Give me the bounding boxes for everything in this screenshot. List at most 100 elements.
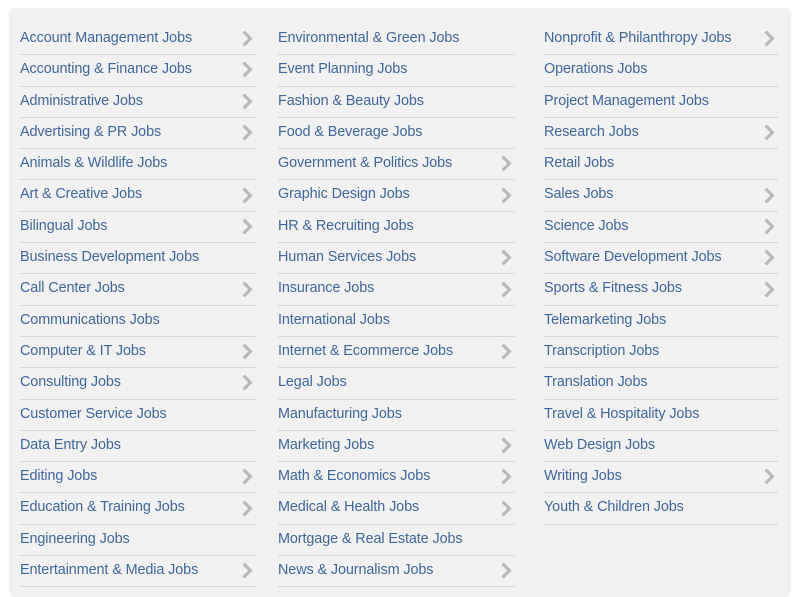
chevron-right-icon[interactable] [239, 186, 256, 206]
chevron-right-icon[interactable] [239, 60, 256, 80]
category-link[interactable]: Translation Jobs [544, 368, 778, 400]
chevron-right-icon[interactable] [498, 561, 515, 581]
category-link[interactable]: Fashion & Beauty Jobs [278, 87, 515, 118]
category-label: Education & Training Jobs [20, 499, 185, 516]
category-link[interactable]: Insurance Jobs [278, 274, 515, 306]
category-link[interactable]: Internet & Ecommerce Jobs [278, 337, 515, 369]
category-label: Government & Politics Jobs [278, 155, 453, 172]
chevron-right-icon[interactable] [498, 436, 515, 456]
category-link[interactable]: Data Entry Jobs [20, 431, 256, 463]
category-link[interactable]: Software Development Jobs [544, 243, 778, 275]
category-link[interactable]: Administrative Jobs [20, 87, 256, 118]
category-link[interactable]: Art & Creative Jobs [20, 180, 256, 212]
category-link[interactable]: Food & Beverage Jobs [278, 118, 515, 150]
category-link[interactable]: Marketing Jobs [278, 431, 515, 463]
category-label: Legal Jobs [278, 374, 347, 391]
category-label: Customer Service Jobs [20, 405, 167, 422]
category-link[interactable]: Sales Jobs [544, 180, 778, 212]
category-link[interactable]: International Jobs [278, 306, 515, 337]
category-link[interactable]: Government & Politics Jobs [278, 149, 515, 181]
category-link[interactable]: Youth & Children Jobs [544, 493, 778, 525]
category-label: Food & Beverage Jobs [278, 123, 423, 140]
chevron-right-icon[interactable] [239, 342, 256, 362]
category-link[interactable]: Event Planning Jobs [278, 55, 515, 87]
category-label: Software Development Jobs [544, 249, 722, 266]
category-link[interactable]: Editing Jobs [20, 462, 256, 494]
category-label: Computer & IT Jobs [20, 342, 146, 359]
chevron-right-icon[interactable] [239, 499, 256, 519]
category-link[interactable]: Math & Economics Jobs [278, 462, 515, 494]
chevron-right-icon[interactable] [761, 186, 778, 206]
category-link[interactable]: Environmental & Green Jobs [278, 24, 515, 56]
category-label: Transcription Jobs [544, 342, 660, 359]
chevron-right-icon[interactable] [239, 561, 256, 581]
chevron-right-icon[interactable] [239, 123, 256, 143]
chevron-right-icon[interactable] [239, 280, 256, 300]
chevron-right-icon[interactable] [498, 186, 515, 206]
chevron-right-icon[interactable] [761, 29, 778, 49]
chevron-right-icon[interactable] [761, 217, 778, 237]
chevron-right-icon[interactable] [498, 248, 515, 268]
category-link[interactable]: HR & Recruiting Jobs [278, 212, 515, 244]
category-link[interactable]: Entertainment & Media Jobs [20, 556, 256, 588]
category-link[interactable]: Bilingual Jobs [20, 212, 256, 244]
category-link[interactable]: Legal Jobs [278, 368, 515, 400]
category-link[interactable]: Animals & Wildlife Jobs [20, 149, 256, 181]
chevron-right-icon[interactable] [498, 342, 515, 362]
category-link[interactable]: Advertising & PR Jobs [20, 118, 256, 150]
category-label: Manufacturing Jobs [278, 405, 402, 422]
category-link[interactable]: Call Center Jobs [20, 274, 256, 306]
chevron-right-icon[interactable] [761, 248, 778, 268]
chevron-right-icon[interactable] [239, 217, 256, 237]
category-link[interactable]: Web Design Jobs [544, 431, 778, 463]
category-link[interactable]: Consulting Jobs [20, 368, 256, 400]
category-link[interactable]: Customer Service Jobs [20, 400, 256, 431]
category-link[interactable]: Education & Training Jobs [20, 493, 256, 525]
category-link[interactable]: Retail Jobs [544, 149, 778, 181]
category-label: Medical & Health Jobs [278, 499, 420, 516]
category-link[interactable]: Communications Jobs [20, 306, 256, 337]
category-link[interactable]: Transcription Jobs [544, 337, 778, 369]
category-link[interactable]: Business Development Jobs [20, 243, 256, 275]
category-label: Communications Jobs [20, 311, 160, 328]
category-link[interactable]: Project Management Jobs [544, 87, 778, 118]
category-link[interactable]: News & Journalism Jobs [278, 556, 515, 588]
category-link[interactable]: Accounting & Finance Jobs [20, 55, 256, 87]
category-link[interactable]: Science Jobs [544, 212, 778, 244]
category-label: Mortgage & Real Estate Jobs [278, 530, 463, 547]
category-label: Math & Economics Jobs [278, 468, 431, 485]
category-link[interactable]: Travel & Hospitality Jobs [544, 400, 778, 431]
category-label: Accounting & Finance Jobs [20, 61, 192, 78]
category-label: Bilingual Jobs [20, 217, 108, 234]
category-link[interactable]: Telemarketing Jobs [544, 306, 778, 337]
category-link[interactable]: Nonprofit & Philanthropy Jobs [544, 24, 778, 56]
chevron-right-icon[interactable] [239, 29, 256, 49]
category-link[interactable]: Research Jobs [544, 118, 778, 150]
category-label: Web Design Jobs [544, 436, 656, 453]
category-link[interactable]: Engineering Jobs [20, 525, 256, 557]
chevron-right-icon[interactable] [498, 499, 515, 519]
category-link[interactable]: Computer & IT Jobs [20, 337, 256, 369]
category-link[interactable]: Manufacturing Jobs [278, 400, 515, 431]
category-label: Fashion & Beauty Jobs [278, 92, 424, 109]
category-link[interactable]: Account Management Jobs [20, 24, 256, 56]
category-link[interactable]: Operations Jobs [544, 55, 778, 87]
category-link[interactable]: Graphic Design Jobs [278, 180, 515, 212]
category-label: Internet & Ecommerce Jobs [278, 342, 454, 359]
chevron-right-icon[interactable] [498, 154, 515, 174]
chevron-right-icon[interactable] [239, 467, 256, 487]
chevron-right-icon[interactable] [761, 123, 778, 143]
chevron-right-icon[interactable] [239, 92, 256, 112]
chevron-right-icon[interactable] [761, 280, 778, 300]
categories-column-1: Account Management Jobs Accounting & Fina… [9, 24, 272, 588]
category-link[interactable]: Sports & Fitness Jobs [544, 274, 778, 306]
chevron-right-icon[interactable] [498, 280, 515, 300]
chevron-right-icon[interactable] [498, 467, 515, 487]
category-link[interactable]: Human Services Jobs [278, 243, 515, 275]
category-label: Data Entry Jobs [20, 436, 121, 453]
chevron-right-icon[interactable] [239, 373, 256, 393]
category-link[interactable]: Mortgage & Real Estate Jobs [278, 525, 515, 557]
category-link[interactable]: Writing Jobs [544, 462, 778, 494]
category-link[interactable]: Medical & Health Jobs [278, 493, 515, 525]
chevron-right-icon[interactable] [761, 467, 778, 487]
